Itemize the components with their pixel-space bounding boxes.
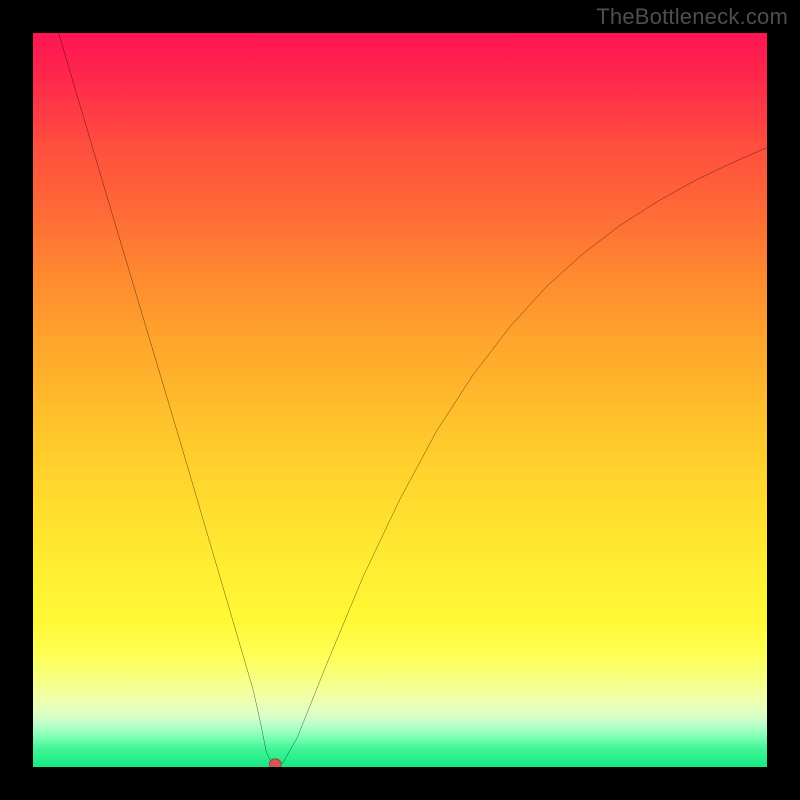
chart-svg [33,33,767,767]
bottleneck-marker [269,759,281,767]
chart-container: TheBottleneck.com [0,0,800,800]
watermark-text: TheBottleneck.com [596,4,788,30]
bottleneck-curve [59,33,767,767]
